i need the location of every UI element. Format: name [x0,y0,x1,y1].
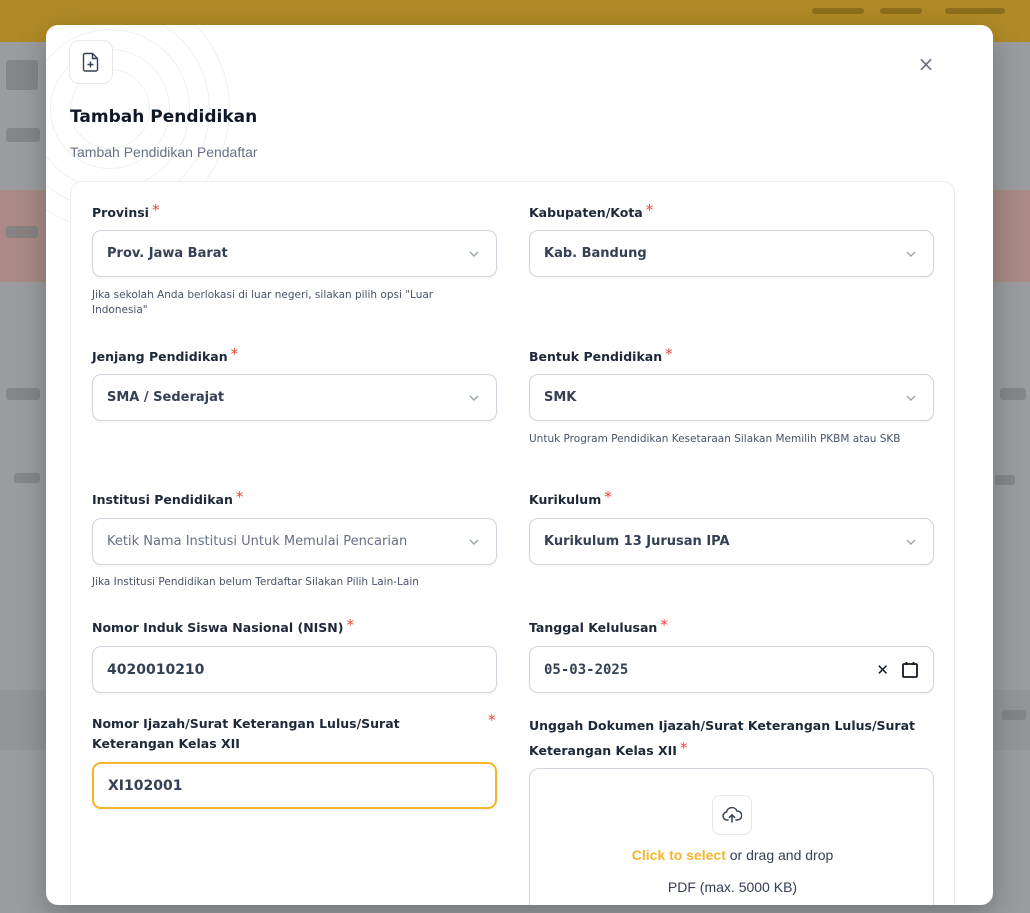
tanggal-label: Tanggal Kelulusan * [529,616,668,635]
tanggal-date-input[interactable]: 05-03-2025 ✕ [529,646,934,693]
tanggal-value: 05-03-2025 [544,661,629,678]
institusi-field: Institusi Pendidikan * Ketik Nama Institu… [92,488,497,588]
nisn-value: 4020010210 [107,661,205,678]
education-form: Provinsi * Prov. Jawa Barat Jika sekolah … [70,181,955,905]
bentuk-hint: Untuk Program Pendidikan Kesetaraan Sila… [529,433,901,445]
ijazah-input[interactable]: XI102001 [92,762,497,809]
kurikulum-label: Kurikulum * [529,488,612,507]
jenjang-label: Jenjang Pendidikan * [92,345,239,364]
kurikulum-field: Kurikulum * Kurikulum 13 Jurusan IPA [529,488,934,565]
jenjang-value: SMA / Sederajat [107,390,225,405]
upload-field: Unggah Dokumen Ijazah/Surat Keterangan L… [529,714,934,905]
institusi-label: Institusi Pendidikan * [92,488,244,507]
background-block [995,475,1015,485]
nisn-label: Nomor Induk Siswa Nasional (NISN) * [92,616,354,635]
background-nav-item [812,8,864,14]
background-block [6,388,40,400]
bentuk-value: SMK [544,390,577,405]
modal-subtitle: Tambah Pendidikan Pendaftar [70,144,258,160]
click-to-select-link[interactable]: Click to select [632,847,726,863]
institusi-select[interactable]: Ketik Nama Institusi Untuk Memulai Penca… [92,518,497,565]
chevron-down-icon [906,539,916,545]
upload-dropzone[interactable]: Click to select or drag and drop PDF (ma… [529,768,934,905]
ijazah-field: Nomor Ijazah/Surat Keterangan Lulus/Sura… [92,711,497,809]
provinsi-hint: Jika sekolah Anda berlokasi di luar nege… [92,289,434,316]
kabupaten-value: Kab. Bandung [544,246,647,261]
background-nav-item [880,8,922,14]
ijazah-value: XI102001 [108,777,183,794]
add-education-modal: × Tambah Pendidikan Tambah Pendidikan Pe… [46,25,993,905]
institusi-hint: Jika Institusi Pendidikan belum Terdafta… [92,576,419,588]
nisn-field: Nomor Induk Siswa Nasional (NISN) * 40200… [92,616,497,693]
upload-format-hint: PDF (max. 5000 KB) [667,879,798,895]
kabupaten-select[interactable]: Kab. Bandung [529,230,934,277]
provinsi-value: Prov. Jawa Barat [107,246,228,261]
bentuk-select[interactable]: SMK [529,374,934,421]
kabupaten-field: Kabupaten/Kota * Kab. Bandung [529,201,934,277]
bentuk-field: Bentuk Pendidikan * SMK Untuk Program Pen… [529,345,934,445]
background-block [6,60,38,90]
background-block [1002,710,1026,720]
background-block [6,226,38,238]
background-nav-item [945,8,1005,14]
chevron-down-icon [469,251,479,257]
upload-cloud-icon [712,795,752,835]
close-icon: × [917,52,935,76]
chevron-down-icon [906,395,916,401]
background-block [14,473,40,483]
clear-date-icon[interactable]: ✕ [876,661,889,679]
ijazah-label: Nomor Ijazah/Surat Keterangan Lulus/Sura… [92,716,400,751]
provinsi-field: Provinsi * Prov. Jawa Barat Jika sekolah … [92,201,497,316]
jenjang-select[interactable]: SMA / Sederajat [92,374,497,421]
jenjang-field: Jenjang Pendidikan * SMA / Sederajat [92,345,497,421]
provinsi-label: Provinsi * [92,201,160,220]
background-block [1000,388,1026,400]
upload-instructions: Click to select or drag and drop [631,847,834,863]
kurikulum-select[interactable]: Kurikulum 13 Jurusan IPA [529,518,934,565]
modal-title: Tambah Pendidikan [70,107,258,127]
background-block [6,128,40,142]
file-plus-icon [69,40,113,84]
ijazah-required-mark: * [488,711,496,729]
institusi-placeholder: Ketik Nama Institusi Untuk Memulai Penca… [107,534,408,549]
provinsi-select[interactable]: Prov. Jawa Barat [92,230,497,277]
close-button[interactable]: × [912,50,940,78]
tanggal-field: Tanggal Kelulusan * 05-03-2025 ✕ [529,616,934,693]
nisn-input[interactable]: 4020010210 [92,646,497,693]
chevron-down-icon [469,395,479,401]
upload-label: Unggah Dokumen Ijazah/Surat Keterangan L… [529,718,915,758]
chevron-down-icon [906,251,916,257]
bentuk-label: Bentuk Pendidikan * [529,345,673,364]
chevron-down-icon [469,539,479,545]
kurikulum-value: Kurikulum 13 Jurusan IPA [544,534,730,549]
kabupaten-label: Kabupaten/Kota * [529,201,654,220]
calendar-icon[interactable] [901,661,919,679]
